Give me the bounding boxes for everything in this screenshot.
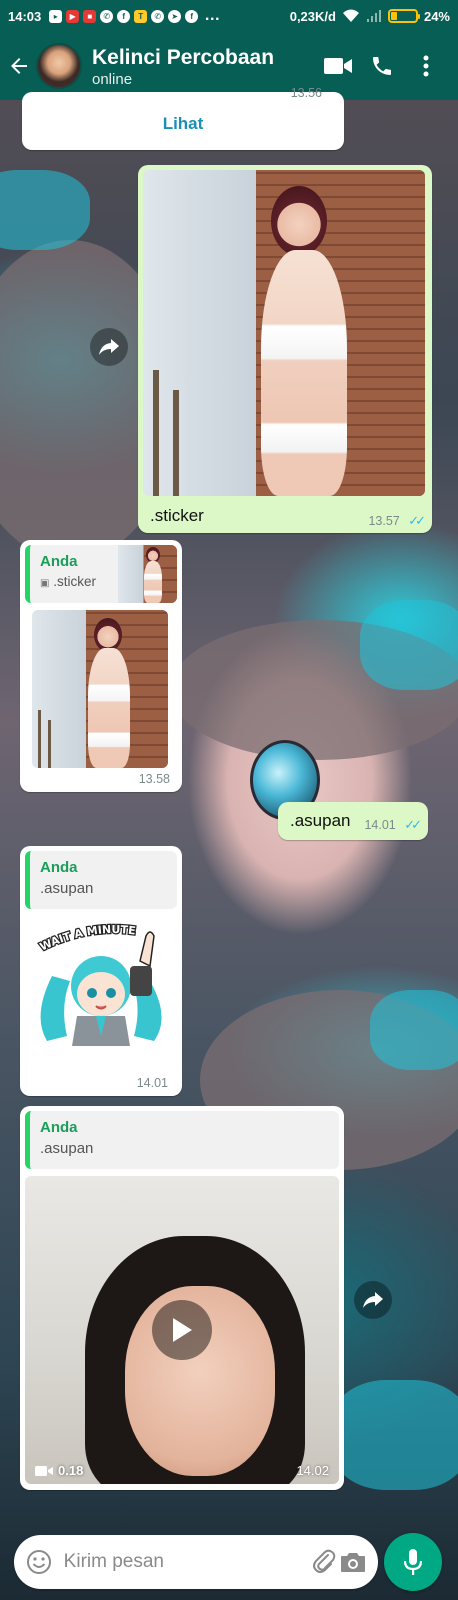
app-notification-icon: ■: [83, 9, 97, 23]
voice-call-button[interactable]: [360, 44, 404, 88]
read-ticks-icon: ✓✓: [404, 817, 422, 832]
quoted-message[interactable]: Anda ▣ .sticker: [25, 545, 177, 603]
attach-button[interactable]: [309, 1544, 339, 1580]
contact-avatar[interactable]: [36, 43, 82, 89]
text-app-notification-icon: T: [134, 9, 148, 23]
message-time: 13.57: [368, 514, 400, 528]
forward-icon: [99, 339, 119, 355]
incoming-sticker-reply[interactable]: Anda .asupan WAIT A MINUTE 14.01: [20, 846, 182, 1096]
chat-header: Kelinci Percobaan online: [0, 32, 458, 100]
message-meta: 13.57 ✓✓: [368, 512, 426, 530]
message-photo[interactable]: [32, 610, 168, 768]
network-speed: 0,23K/d: [289, 8, 336, 24]
message-time: 14.01: [136, 1076, 168, 1090]
play-button[interactable]: [152, 1300, 212, 1360]
message-time: 14.02: [296, 1463, 329, 1478]
message-input[interactable]: [63, 1551, 309, 1573]
camera-button[interactable]: [338, 1544, 368, 1580]
sticker-drawing: WAIT A MINUTE: [37, 922, 162, 1046]
microphone-icon: [403, 1549, 423, 1575]
forward-button[interactable]: [354, 1281, 392, 1319]
facebook-notification-icon-2: f: [185, 9, 199, 23]
message-text: .asupan: [290, 811, 351, 830]
forward-button[interactable]: [90, 328, 128, 366]
quote-author: Anda: [40, 553, 78, 570]
quote-text: ▣ .sticker: [40, 574, 96, 589]
facebook-notification-icon: f: [117, 9, 131, 23]
video-call-button[interactable]: [316, 44, 360, 88]
sticker-image[interactable]: WAIT A MINUTE: [22, 916, 182, 1046]
forward-icon: [363, 1292, 383, 1308]
emoji-button[interactable]: [24, 1544, 54, 1580]
message-list[interactable]: 13.56 Lihat .sticker 13.57 ✓✓ Anda ▣ .st…: [0, 86, 458, 1510]
incoming-video-reply[interactable]: Anda .asupan 0.18 14.02: [20, 1106, 344, 1490]
paperclip-icon: [312, 1549, 335, 1573]
svg-text:WAIT A MINUTE: WAIT A MINUTE: [38, 923, 137, 954]
more-notifications-icon: …: [204, 7, 222, 24]
message-time: 14.01: [364, 818, 396, 832]
message-time: 13.58: [138, 772, 170, 786]
message-composer: [14, 1535, 378, 1589]
contact-status: online: [92, 70, 133, 88]
quoted-message[interactable]: Anda .asupan: [25, 1111, 339, 1169]
status-bar: 14:03 ▸ ▶ ■ ✆ f T ✆ ➤ f … 0,23K/d 24%: [0, 0, 458, 32]
video-icon: [35, 1465, 53, 1476]
message-photo[interactable]: [143, 170, 425, 496]
quote-text: .asupan: [40, 1140, 94, 1157]
phone-icon: [373, 57, 391, 75]
message-video[interactable]: 0.18 14.02: [25, 1176, 339, 1484]
video-camera-icon: [324, 58, 352, 74]
youtube-notification-icon: ▶: [66, 9, 80, 23]
whatsapp-notification-icon: ✆: [100, 9, 114, 23]
message-time: 13.56: [290, 86, 322, 100]
notification-icons: ▸ ▶ ■ ✆ f T ✆ ➤ f …: [49, 7, 221, 25]
sticker-text: WAIT A MINUTE: [37, 922, 138, 955]
quote-thumbnail: [118, 545, 177, 603]
link-preview-message[interactable]: 13.56 Lihat: [22, 86, 344, 150]
camera-icon: [341, 1553, 366, 1572]
voice-message-button[interactable]: [384, 1533, 442, 1591]
photo-icon: ▣: [40, 578, 50, 589]
read-ticks-icon: ✓✓: [408, 513, 426, 528]
media-notification-icon: ▸: [49, 9, 63, 23]
signal-icon: [366, 10, 381, 22]
video-duration: 0.18: [35, 1463, 83, 1478]
contact-name: Kelinci Percobaan: [92, 45, 275, 69]
whatsapp-notification-icon-2: ✆: [151, 9, 165, 23]
battery-percent: 24%: [423, 8, 450, 24]
image-caption: .sticker: [150, 506, 204, 525]
wifi-icon: [342, 9, 359, 22]
status-time: 14:03: [8, 8, 42, 24]
more-options-button[interactable]: [404, 44, 448, 88]
more-vert-icon: [423, 55, 429, 77]
incoming-image-reply[interactable]: Anda ▣ .sticker 13.58: [20, 540, 182, 792]
play-icon: [173, 1318, 192, 1342]
telegram-notification-icon: ➤: [168, 9, 182, 23]
outgoing-image-message[interactable]: .sticker 13.57 ✓✓: [138, 165, 432, 533]
quote-author: Anda: [40, 859, 78, 876]
back-arrow-icon[interactable]: [6, 53, 32, 79]
emoji-icon: [26, 1550, 51, 1574]
quote-author: Anda: [40, 1119, 78, 1136]
battery-icon: [387, 9, 420, 23]
view-link-button[interactable]: Lihat: [22, 114, 344, 134]
outgoing-text-message[interactable]: .asupan 14.01 ✓✓: [278, 802, 428, 840]
contact-info[interactable]: Kelinci Percobaan online: [92, 45, 316, 88]
message-meta: 14.01 ✓✓: [364, 816, 422, 834]
quoted-message[interactable]: Anda .asupan: [25, 851, 177, 909]
quote-text: .asupan: [40, 880, 94, 897]
